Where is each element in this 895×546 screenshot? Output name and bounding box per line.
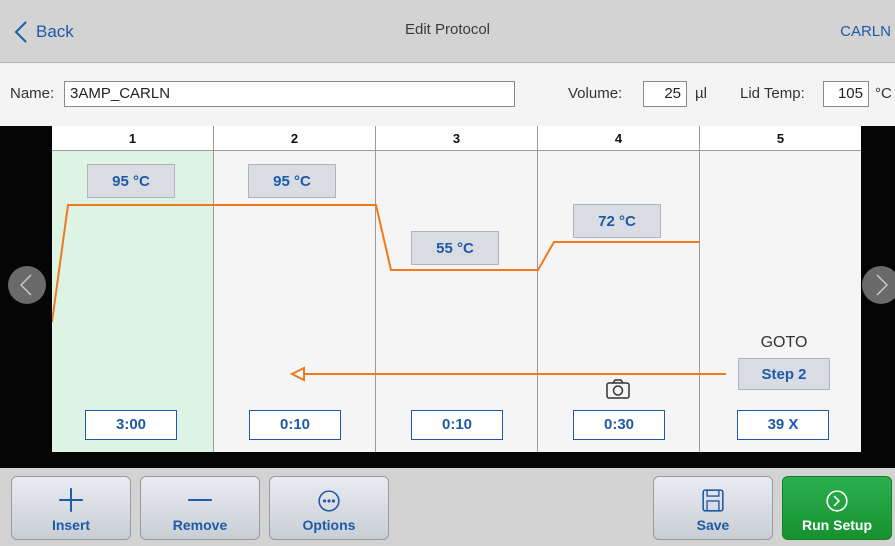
user-name[interactable]: CARLN [840,23,891,40]
bottom-toolbar: Insert Remove Options Save Run Setup [0,468,895,546]
play-circle-icon [826,490,848,512]
scroll-left-button[interactable] [8,266,46,304]
remove-label: Remove [172,517,228,533]
scroll-right-button[interactable] [862,266,895,304]
name-input[interactable]: 3AMP_CARLN [64,81,515,107]
floppy-disk-icon [702,489,724,512]
goto-arrow-head [289,366,305,382]
ellipsis-circle-icon [318,490,340,512]
save-label: Save [696,517,730,533]
top-bar: Back Edit Protocol CARLN [0,0,895,63]
chevron-left-icon [19,274,32,296]
run-setup-label: Run Setup [802,517,872,533]
options-label: Options [302,517,356,533]
name-label: Name: [10,85,55,102]
minus-icon [188,499,212,501]
remove-button[interactable]: Remove [140,476,260,540]
run-setup-button[interactable]: Run Setup [782,476,892,540]
save-button[interactable]: Save [653,476,773,540]
volume-label: Volume: [568,85,623,102]
plus-icon [59,488,83,512]
lid-temp-unit: °C [875,85,892,102]
volume-input[interactable]: 25 [643,81,687,107]
volume-unit: µl [695,85,707,102]
chevron-right-icon [876,274,889,296]
temperature-curve [52,204,726,382]
lid-temp-label: Lid Temp: [740,85,805,102]
page-title: Edit Protocol [404,21,491,38]
options-button[interactable]: Options [269,476,389,540]
insert-button[interactable]: Insert [11,476,131,540]
lid-temp-input[interactable]: 105 [823,81,869,107]
insert-label: Insert [51,517,91,533]
protocol-fields: Name: 3AMP_CARLN Volume: 25 µl Lid Temp:… [0,63,895,126]
